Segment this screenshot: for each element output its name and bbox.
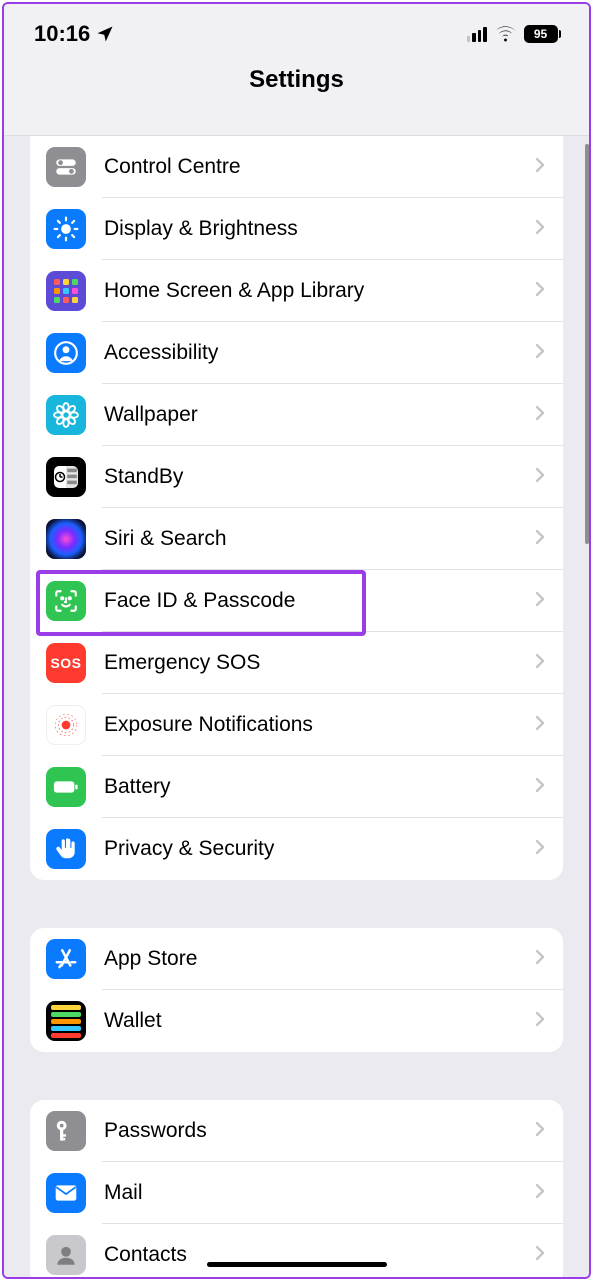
chevron-right-icon bbox=[535, 777, 545, 798]
toggles-icon bbox=[46, 147, 86, 187]
settings-row-appstore[interactable]: App Store bbox=[30, 928, 563, 990]
settings-row-wallet[interactable]: Wallet bbox=[30, 990, 563, 1052]
scrollbar[interactable] bbox=[585, 144, 589, 544]
chevron-right-icon bbox=[535, 157, 545, 178]
settings-row-control-centre[interactable]: Control Centre bbox=[30, 136, 563, 198]
standby-icon bbox=[46, 457, 86, 497]
settings-row-label: Wallet bbox=[104, 1009, 535, 1033]
chevron-right-icon bbox=[535, 405, 545, 426]
battery-percent: 95 bbox=[534, 27, 547, 41]
settings-group-store: App Store Wallet bbox=[30, 928, 563, 1052]
cellular-signal-icon bbox=[467, 26, 487, 42]
settings-row-passwords[interactable]: Passwords bbox=[30, 1100, 563, 1162]
settings-row-privacy[interactable]: Privacy & Security bbox=[30, 818, 563, 880]
chevron-right-icon bbox=[535, 1183, 545, 1204]
wifi-icon bbox=[495, 26, 516, 42]
settings-row-sos[interactable]: SOS Emergency SOS bbox=[30, 632, 563, 694]
settings-row-display[interactable]: Display & Brightness bbox=[30, 198, 563, 260]
siri-icon bbox=[46, 519, 86, 559]
page-title: Settings bbox=[249, 66, 344, 94]
chevron-right-icon bbox=[535, 529, 545, 550]
chevron-right-icon bbox=[535, 343, 545, 364]
chevron-right-icon bbox=[535, 1011, 545, 1032]
settings-row-home-screen[interactable]: Home Screen & App Library bbox=[30, 260, 563, 322]
settings-row-faceid[interactable]: Face ID & Passcode bbox=[30, 570, 563, 632]
chevron-right-icon bbox=[535, 1121, 545, 1142]
settings-group-general: Control Centre Display & Brightness Home S… bbox=[30, 136, 563, 880]
settings-row-mail[interactable]: Mail bbox=[30, 1162, 563, 1224]
settings-row-wallpaper[interactable]: Wallpaper bbox=[30, 384, 563, 446]
status-time: 10:16 bbox=[34, 21, 90, 47]
settings-row-accessibility[interactable]: Accessibility bbox=[30, 322, 563, 384]
chevron-right-icon bbox=[535, 949, 545, 970]
settings-row-battery[interactable]: Battery bbox=[30, 756, 563, 818]
location-icon bbox=[96, 25, 114, 43]
battery-indicator: 95 bbox=[524, 25, 562, 43]
wallet-icon bbox=[46, 1001, 86, 1041]
chevron-right-icon bbox=[535, 219, 545, 240]
battery-icon bbox=[46, 767, 86, 807]
chevron-right-icon bbox=[535, 653, 545, 674]
settings-row-label: Control Centre bbox=[104, 155, 535, 179]
settings-row-label: App Store bbox=[104, 947, 535, 971]
status-bar: 10:16 95 bbox=[4, 4, 589, 64]
settings-group-accounts: Passwords Mail Contacts bbox=[30, 1100, 563, 1277]
appstore-icon bbox=[46, 939, 86, 979]
hand-icon bbox=[46, 829, 86, 869]
chevron-right-icon bbox=[535, 281, 545, 302]
settings-row-label: Display & Brightness bbox=[104, 217, 535, 241]
chevron-right-icon bbox=[535, 715, 545, 736]
settings-row-contacts[interactable]: Contacts bbox=[30, 1224, 563, 1277]
contacts-icon bbox=[46, 1235, 86, 1275]
settings-row-label: Mail bbox=[104, 1181, 535, 1205]
settings-row-label: StandBy bbox=[104, 465, 535, 489]
settings-row-exposure[interactable]: Exposure Notifications bbox=[30, 694, 563, 756]
settings-row-label: Privacy & Security bbox=[104, 837, 535, 861]
person-circle-icon bbox=[46, 333, 86, 373]
mail-icon bbox=[46, 1173, 86, 1213]
settings-row-label: Exposure Notifications bbox=[104, 713, 535, 737]
home-indicator[interactable] bbox=[207, 1262, 387, 1267]
key-icon bbox=[46, 1111, 86, 1151]
grid-icon bbox=[46, 271, 86, 311]
flower-icon bbox=[46, 395, 86, 435]
sun-icon bbox=[46, 209, 86, 249]
nav-header: Settings bbox=[4, 64, 589, 136]
chevron-right-icon bbox=[535, 591, 545, 612]
settings-row-label: Emergency SOS bbox=[104, 651, 535, 675]
sos-icon: SOS bbox=[46, 643, 86, 683]
chevron-right-icon bbox=[535, 839, 545, 860]
settings-row-label: Siri & Search bbox=[104, 527, 535, 551]
settings-row-label: Home Screen & App Library bbox=[104, 279, 535, 303]
faceid-icon bbox=[46, 581, 86, 621]
settings-list[interactable]: Control Centre Display & Brightness Home S… bbox=[4, 136, 589, 1277]
settings-row-label: Face ID & Passcode bbox=[104, 589, 535, 613]
settings-row-label: Accessibility bbox=[104, 341, 535, 365]
settings-row-siri[interactable]: Siri & Search bbox=[30, 508, 563, 570]
settings-row-label: Passwords bbox=[104, 1119, 535, 1143]
chevron-right-icon bbox=[535, 467, 545, 488]
settings-row-label: Battery bbox=[104, 775, 535, 799]
settings-row-standby[interactable]: StandBy bbox=[30, 446, 563, 508]
exposure-icon bbox=[46, 705, 86, 745]
chevron-right-icon bbox=[535, 1245, 545, 1266]
settings-row-label: Wallpaper bbox=[104, 403, 535, 427]
